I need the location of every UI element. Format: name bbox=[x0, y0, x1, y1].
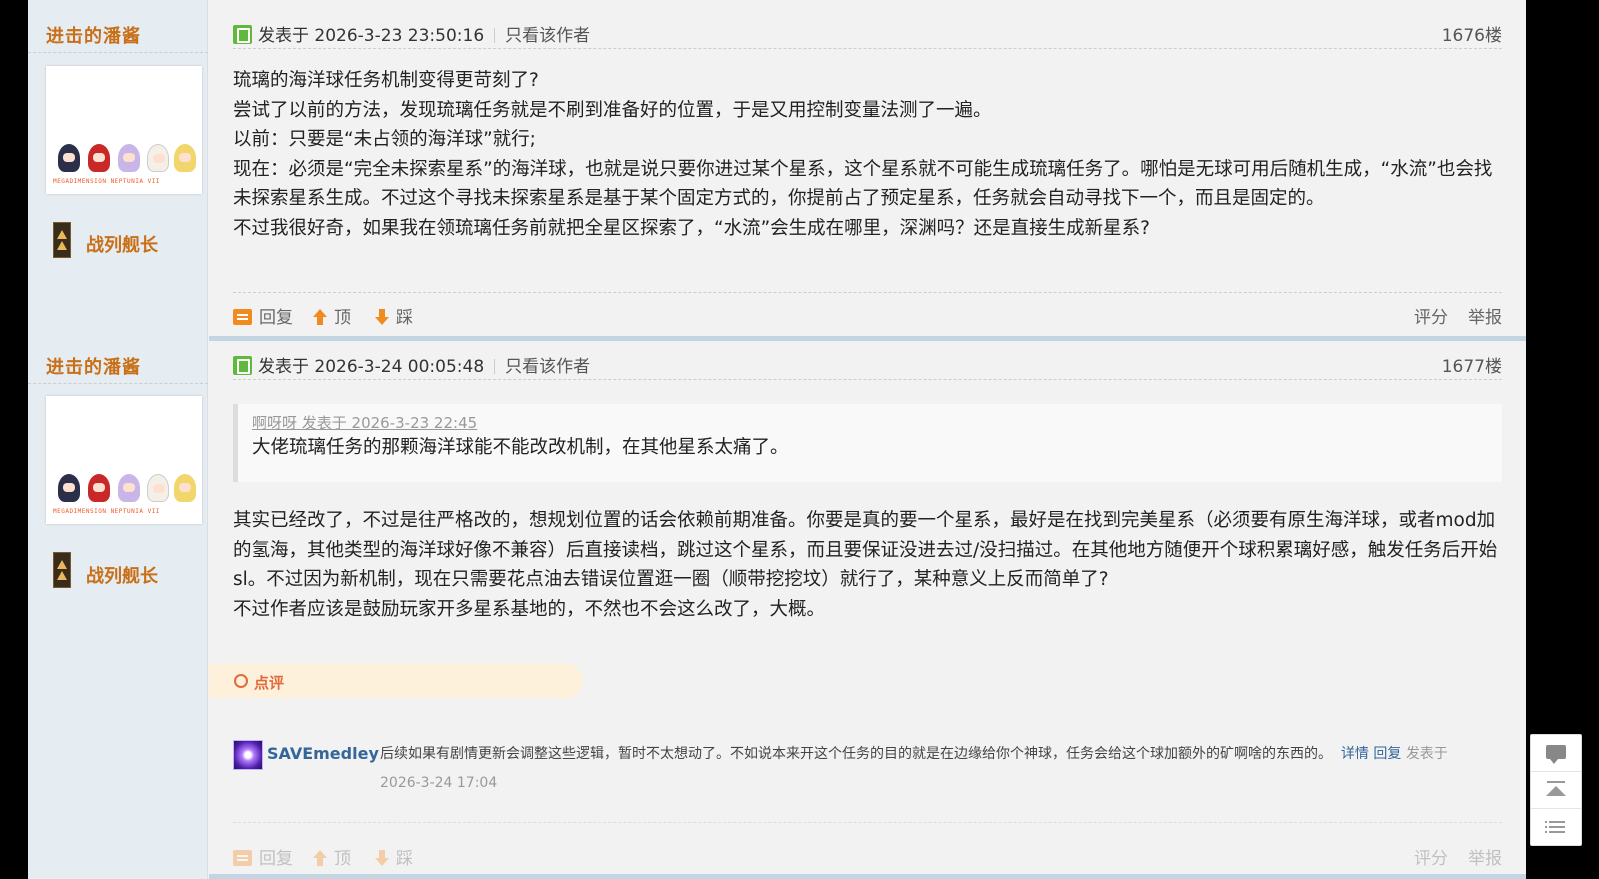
rate-button[interactable]: 评分 bbox=[1414, 844, 1448, 869]
floor-number[interactable]: 1677楼 bbox=[1442, 352, 1502, 377]
author-only-link[interactable]: 只看该作者 bbox=[505, 26, 590, 46]
post-meta: 发表于 2026-3-23 23:50:16 只看该作者 1676楼 bbox=[233, 21, 1502, 49]
rate-button[interactable]: 评分 bbox=[1414, 303, 1448, 328]
upvote-button[interactable]: 顶 bbox=[313, 844, 351, 869]
comment-section-header: 点评 bbox=[209, 664, 583, 698]
divider bbox=[233, 822, 1502, 823]
user-sidebar: 进击的潘酱 MEGADIMENSION NEPTUNIA VII 战列舰长 进击… bbox=[28, 0, 208, 879]
avatar[interactable]: MEGADIMENSION NEPTUNIA VII bbox=[46, 396, 202, 524]
thumb-down-icon bbox=[375, 850, 389, 866]
post-list: 发表于 2026-3-23 23:50:16 只看该作者 1676楼 琉璃的海洋球… bbox=[209, 0, 1526, 879]
thumb-up-icon bbox=[313, 850, 327, 866]
quote-header[interactable]: 啊呀呀 发表于 2026-3-23 22:45 bbox=[252, 412, 1488, 434]
reply-icon bbox=[233, 309, 252, 325]
post-actions: 回复 顶 踩 评分 举报 bbox=[233, 292, 1502, 330]
reply-icon bbox=[233, 850, 252, 866]
content-line: 琉璃的海洋球任务机制变得更苛刻了? bbox=[233, 70, 539, 91]
back-to-top-icon[interactable] bbox=[1531, 772, 1581, 809]
separator bbox=[494, 28, 496, 43]
rank-icon bbox=[53, 552, 71, 588]
floor-number[interactable]: 1676楼 bbox=[1442, 21, 1502, 46]
poster-icon bbox=[233, 25, 252, 44]
avatar[interactable]: MEGADIMENSION NEPTUNIA VII bbox=[46, 66, 202, 194]
report-button[interactable]: 举报 bbox=[1468, 303, 1502, 328]
reply-button[interactable]: 回复 bbox=[233, 844, 293, 869]
content-line: 其实已经改了，不过是往严格改的，想规划位置的话会依赖前期准备。你要是真的要一个星… bbox=[233, 510, 1498, 590]
user-rank[interactable]: 战列舰长 bbox=[86, 562, 158, 588]
upvote-button[interactable]: 顶 bbox=[313, 303, 351, 328]
post-content: 其实已经改了，不过是往严格改的，想规划位置的话会依赖前期准备。你要是真的要一个星… bbox=[233, 506, 1498, 624]
avatar-caption: MEGADIMENSION NEPTUNIA VII bbox=[53, 508, 160, 515]
post-time: 发表于 2026-3-23 23:50:16 bbox=[258, 26, 485, 46]
username[interactable]: 进击的潘酱 bbox=[46, 22, 141, 48]
commenter-name[interactable]: SAVEmedley bbox=[267, 744, 379, 763]
post-meta: 发表于 2026-3-24 00:05:48 只看该作者 1677楼 bbox=[233, 352, 1502, 380]
post-divider bbox=[209, 336, 1526, 341]
floating-toolbar bbox=[1530, 734, 1582, 846]
username[interactable]: 进击的潘酱 bbox=[46, 353, 141, 379]
content-line: 不过作者应该是鼓励玩家开多星系基地的，不然也不会这么改了，大概。 bbox=[233, 598, 826, 620]
post-content: 琉璃的海洋球任务机制变得更苛刻了? 尝试了以前的方法，发现琉璃任务就是不刷到准备… bbox=[233, 66, 1498, 243]
downvote-button[interactable]: 踩 bbox=[375, 303, 413, 328]
user-rank[interactable]: 战列舰长 bbox=[86, 231, 158, 257]
content-line: 不过我很好奇，如果我在领琉璃任务前就把全星区探索了，“水流”会生成在哪里，深渊吗… bbox=[233, 217, 1150, 239]
author-only-link[interactable]: 只看该作者 bbox=[505, 357, 590, 377]
report-button[interactable]: 举报 bbox=[1468, 844, 1502, 869]
divider bbox=[28, 383, 208, 384]
post-time: 发表于 2026-3-24 00:05:48 bbox=[258, 357, 485, 377]
thumb-down-icon bbox=[375, 309, 389, 325]
commenter-avatar[interactable] bbox=[233, 740, 263, 770]
comment-icon bbox=[234, 674, 248, 688]
avatar-caption: MEGADIMENSION NEPTUNIA VII bbox=[53, 178, 160, 185]
post-actions: 回复 顶 踩 评分 举报 bbox=[233, 834, 1502, 872]
downvote-button[interactable]: 踩 bbox=[375, 844, 413, 869]
separator bbox=[494, 359, 496, 374]
thumb-up-icon bbox=[313, 309, 327, 325]
content-line: 以前：只要是“未占领的海洋球”就行; bbox=[233, 129, 536, 150]
comment-text: 后续如果有剧情更新会调整这些逻辑，暂时不太想动了。不如说本来开这个任务的目的就是… bbox=[380, 746, 1448, 791]
comment-detail-link[interactable]: 详情 bbox=[1341, 746, 1369, 762]
reply-button[interactable]: 回复 bbox=[233, 303, 293, 328]
quote-text: 大佬琉璃任务的那颗海洋球能不能改改机制，在其他星系太痛了。 bbox=[252, 437, 789, 458]
content-line: 现在：必须是“完全未探索星系”的海洋球，也就是说只要你进过某个星系，这个星系就不… bbox=[233, 158, 1493, 210]
poster-icon bbox=[233, 356, 252, 375]
rank-icon bbox=[53, 222, 71, 258]
chat-icon[interactable] bbox=[1531, 735, 1581, 772]
quote-block: 啊呀呀 发表于 2026-3-23 22:45 大佬琉璃任务的那颗海洋球能不能改… bbox=[233, 404, 1502, 482]
comment-reply-link[interactable]: 回复 bbox=[1373, 746, 1401, 762]
list-icon[interactable] bbox=[1531, 809, 1581, 846]
post-divider bbox=[209, 874, 1526, 879]
content-line: 尝试了以前的方法，发现琉璃任务就是不刷到准备好的位置，于是又用控制变量法测了一遍… bbox=[233, 99, 992, 121]
forum-page: 进击的潘酱 MEGADIMENSION NEPTUNIA VII 战列舰长 进击… bbox=[28, 0, 1526, 879]
divider bbox=[28, 52, 208, 53]
